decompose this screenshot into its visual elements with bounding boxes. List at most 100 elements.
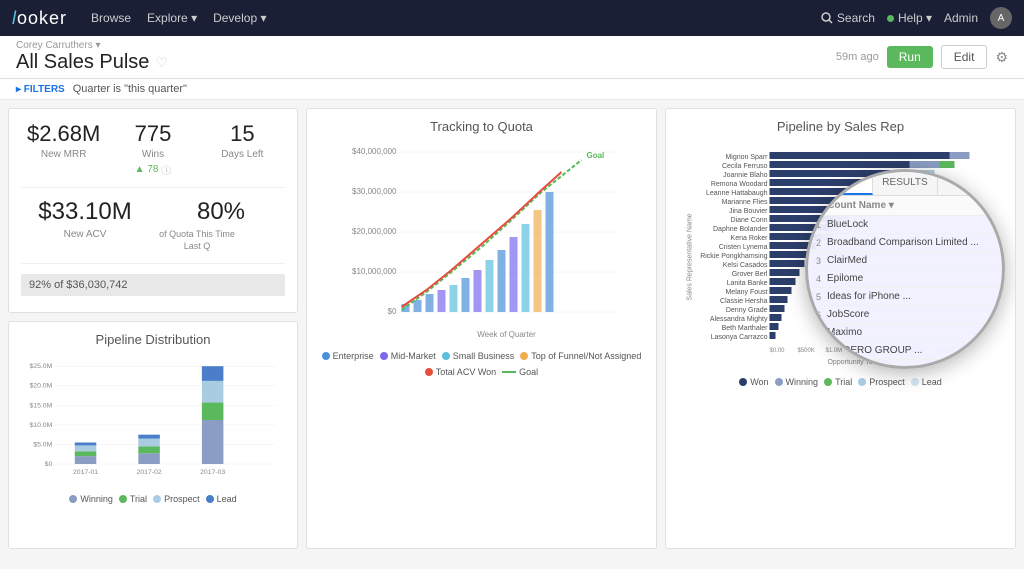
enterprise-label: Enterprise bbox=[333, 351, 374, 361]
popup-row[interactable]: 2Broadband Comparison Limited ... bbox=[808, 234, 1002, 252]
svg-text:2017-03: 2017-03 bbox=[200, 469, 225, 476]
nav-explore[interactable]: Explore ▾ bbox=[147, 11, 197, 25]
legend-lead-dist: Lead bbox=[206, 494, 237, 504]
mrr-value: $2.68M bbox=[21, 121, 106, 147]
svg-text:Week of Quarter: Week of Quarter bbox=[477, 330, 536, 339]
days-value: 15 bbox=[200, 121, 285, 147]
pipeline-rep-title: Pipeline by Sales Rep bbox=[678, 119, 1003, 134]
admin-button[interactable]: Admin bbox=[944, 11, 978, 25]
svg-text:$20,000,000: $20,000,000 bbox=[352, 227, 397, 236]
legend-tof: Top of Funnel/Not Assigned bbox=[520, 351, 641, 361]
subheader: Corey Carruthers ▾ All Sales Pulse ♡ 59m… bbox=[0, 36, 1024, 79]
nav-browse[interactable]: Browse bbox=[91, 11, 131, 25]
legend-trial: Trial bbox=[824, 377, 852, 387]
kpi-quota: 80% of Quota This Time Last Q bbox=[157, 198, 285, 252]
nav-right: Search Help ▾ Admin A bbox=[821, 7, 1012, 29]
svg-text:Diane Conn: Diane Conn bbox=[731, 217, 768, 224]
svg-text:Kelsi Casados: Kelsi Casados bbox=[723, 262, 768, 269]
filters-label[interactable]: ▸ FILTERS bbox=[16, 84, 65, 95]
smallbiz-label: Small Business bbox=[453, 351, 515, 361]
popup-tab-results[interactable]: RESULTS bbox=[873, 172, 938, 195]
avatar[interactable]: A bbox=[990, 7, 1012, 29]
legend-winning-dist: Winning bbox=[69, 494, 113, 504]
svg-text:Remona Woodard: Remona Woodard bbox=[711, 181, 768, 188]
nav-develop[interactable]: Develop ▾ bbox=[213, 11, 266, 25]
popup-row[interactable]: 5Ideas for iPhone ... bbox=[808, 288, 1002, 306]
quota-value: 80% bbox=[157, 198, 285, 227]
midmarket-label: Mid-Market bbox=[391, 351, 436, 361]
svg-text:Classie Hersha: Classie Hersha bbox=[720, 298, 768, 305]
kpi-mrr: $2.68M New MRR bbox=[21, 121, 106, 177]
kpi-days: 15 Days Left bbox=[200, 121, 285, 177]
kpi-acv: $33.10M New ACV bbox=[21, 198, 149, 252]
svg-text:2017-01: 2017-01 bbox=[73, 469, 98, 476]
pipeline-rep-panel: Pipeline by Sales Rep Sales Representati… bbox=[665, 108, 1016, 549]
popup-row[interactable]: 3ClairMed bbox=[808, 252, 1002, 270]
svg-text:Sales Representative Name: Sales Representative Name bbox=[687, 213, 694, 300]
legend-trial-dist: Trial bbox=[119, 494, 147, 504]
run-button[interactable]: Run bbox=[887, 46, 933, 68]
popup-header: Account Name ▾ bbox=[808, 196, 1002, 216]
svg-text:Daphne Bolander: Daphne Bolander bbox=[713, 226, 768, 233]
legend-smallbiz: Small Business bbox=[442, 351, 515, 361]
svg-text:Mignon Sparr: Mignon Sparr bbox=[725, 154, 768, 161]
favorite-icon[interactable]: ♡ bbox=[155, 54, 168, 71]
legend-won: Won bbox=[739, 377, 768, 387]
kpi-middle-row: $33.10M New ACV 80% of Quota This Time L… bbox=[21, 198, 285, 263]
svg-text:Kena Roker: Kena Roker bbox=[731, 235, 769, 242]
popup-row[interactable]: 7Maximo bbox=[808, 324, 1002, 342]
filter-tag: Quarter is "this quarter" bbox=[73, 83, 187, 95]
breadcrumb[interactable]: Corey Carruthers ▾ bbox=[16, 40, 168, 51]
search-button[interactable]: Search bbox=[821, 11, 875, 25]
pipeline-dist-legend: Winning Trial Prospect Lead bbox=[21, 494, 285, 504]
search-icon bbox=[821, 12, 833, 24]
svg-text:Denny Grade: Denny Grade bbox=[726, 307, 768, 314]
logo[interactable]: looker bbox=[12, 8, 67, 29]
wins-label: Wins bbox=[110, 149, 195, 160]
tof-color bbox=[520, 352, 528, 360]
settings-icon[interactable]: ⚙ bbox=[995, 49, 1008, 66]
legend-goal: Goal bbox=[502, 367, 538, 377]
wins-change: ▲ 78 ⓘ bbox=[110, 162, 195, 177]
help-button[interactable]: Help ▾ bbox=[887, 11, 932, 25]
totalacv-color bbox=[425, 368, 433, 376]
svg-text:Alessandra Mighty: Alessandra Mighty bbox=[710, 316, 768, 323]
edit-button[interactable]: Edit bbox=[941, 45, 988, 69]
magnifier-popup[interactable]: DATA RESULTS SQL Account Name ▾ 1BlueLoc… bbox=[805, 169, 1005, 369]
quota-label: of Quota This Time Last Q bbox=[157, 229, 237, 252]
svg-text:Joannie Blaho: Joannie Blaho bbox=[723, 172, 767, 179]
tracking-legend: Enterprise Mid-Market Small Business Top… bbox=[319, 351, 644, 377]
page-title: All Sales Pulse ♡ bbox=[16, 51, 168, 74]
svg-text:Lanita Banke: Lanita Banke bbox=[727, 280, 768, 287]
mrr-label: New MRR bbox=[21, 149, 106, 160]
legend-enterprise: Enterprise bbox=[322, 351, 374, 361]
svg-text:Leanne Hattabaugh: Leanne Hattabaugh bbox=[706, 190, 768, 197]
svg-text:Cristen Lynema: Cristen Lynema bbox=[719, 244, 768, 251]
smallbiz-color bbox=[442, 352, 450, 360]
pipeline-rep-legend: Won Winning Trial Prospect Lead bbox=[678, 377, 1003, 387]
svg-text:Goal: Goal bbox=[587, 151, 605, 160]
main-content: $2.68M New MRR 775 Wins ▲ 78 ⓘ 15 Days L… bbox=[0, 100, 1024, 557]
svg-text:2017-02: 2017-02 bbox=[137, 469, 162, 476]
legend-prospect-dist: Prospect bbox=[153, 494, 200, 504]
svg-text:$40,000,000: $40,000,000 bbox=[352, 147, 397, 156]
page-title-text: All Sales Pulse bbox=[16, 51, 149, 74]
pipeline-dist-chart: $25.0M $20.0M $15.0M $10.0M $5.0M $0 bbox=[21, 355, 285, 485]
kpi-top-row: $2.68M New MRR 775 Wins ▲ 78 ⓘ 15 Days L… bbox=[21, 121, 285, 188]
subheader-right: 59m ago Run Edit ⚙ bbox=[836, 45, 1008, 69]
acv-label: New ACV bbox=[21, 229, 149, 240]
svg-text:$0: $0 bbox=[388, 307, 397, 316]
quota-bar-label: 92% of $36,030,742 bbox=[29, 279, 127, 291]
kpi-wins: 775 Wins ▲ 78 ⓘ bbox=[110, 121, 195, 177]
popup-row[interactable]: 6JobScore bbox=[808, 306, 1002, 324]
legend-midmarket: Mid-Market bbox=[380, 351, 436, 361]
popup-row[interactable]: 4Epilome bbox=[808, 270, 1002, 288]
svg-text:Rickie Pongkhamsing: Rickie Pongkhamsing bbox=[700, 253, 767, 260]
quota-progress-bar: 92% of $36,030,742 bbox=[21, 274, 285, 296]
legend-lead: Lead bbox=[911, 377, 942, 387]
tof-label: Top of Funnel/Not Assigned bbox=[531, 351, 641, 361]
svg-text:Beth Marthaler: Beth Marthaler bbox=[722, 325, 769, 332]
svg-text:$20.0M: $20.0M bbox=[30, 383, 53, 390]
popup-row[interactable]: 1BlueLock bbox=[808, 216, 1002, 234]
filters-bar: ▸ FILTERS Quarter is "this quarter" bbox=[0, 79, 1024, 100]
